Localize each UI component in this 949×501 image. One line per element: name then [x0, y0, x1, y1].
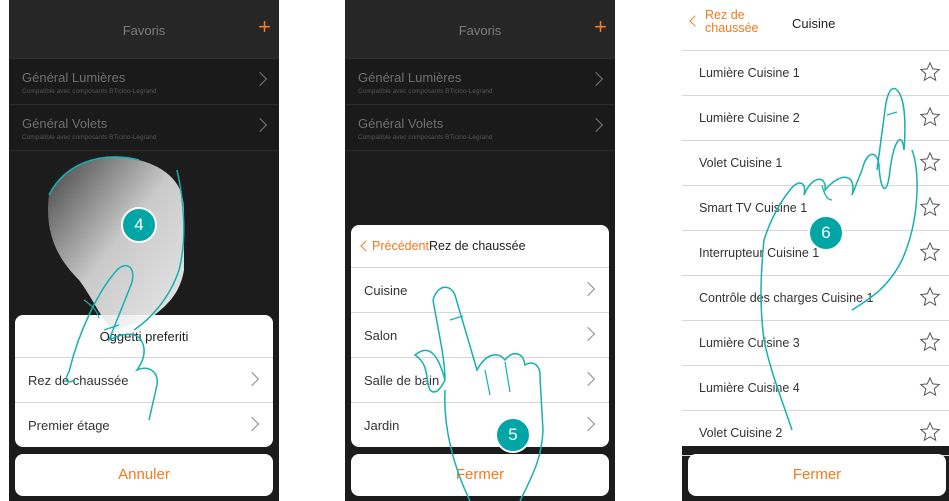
star-outline-icon[interactable] [919, 286, 941, 313]
header-bar: Favoris + [345, 0, 615, 59]
sheet-title: Oggetti preferiti [99, 329, 189, 344]
step-badge: 4 [121, 207, 157, 243]
favorite-subtitle: Compatible avec composants BTicino-Legra… [22, 134, 157, 141]
sheet-header: PrécédentRez de chaussée [351, 225, 609, 268]
list-item[interactable]: Lumière Cuisine 4 [682, 366, 949, 411]
star-outline-icon[interactable] [919, 106, 941, 133]
step-badge: 6 [808, 215, 844, 251]
star-outline-icon[interactable] [919, 421, 941, 448]
list-item-label: Rez de chaussée [28, 373, 129, 388]
favorite-item[interactable]: Général Volets Compatible avec composant… [9, 105, 279, 151]
list-item-premier-etage[interactable]: Premier étage [15, 403, 273, 447]
list-item-salle-de-bain[interactable]: Salle de bain [351, 358, 609, 403]
screen-favorites-select-floor: Favoris + Général Lumières Compatible av… [9, 0, 279, 501]
list-item[interactable]: Volet Cuisine 2 [682, 411, 949, 456]
header-title: Favoris [122, 23, 166, 38]
list-item-jardin[interactable]: Jardin [351, 403, 609, 447]
favorite-title: Général Volets [22, 116, 108, 131]
step-badge: 5 [495, 417, 531, 453]
list-item-label: Lumière Cuisine 4 [699, 381, 800, 395]
favorite-title: Général Lumières [22, 70, 126, 85]
list-item[interactable]: Lumière Cuisine 2 [682, 96, 949, 141]
list-item-label: Salon [364, 328, 398, 343]
screen-kitchen-devices: Rez de chaussée Cuisine Lumière Cuisine … [682, 0, 949, 501]
close-button[interactable]: Fermer [688, 454, 946, 496]
back-button[interactable]: PrécédentRez de chaussée [360, 239, 526, 253]
star-outline-icon[interactable] [919, 196, 941, 223]
list-item-label: Lumière Cuisine 1 [699, 66, 800, 80]
chevron-right-icon [588, 117, 604, 133]
chevron-left-icon [360, 240, 372, 252]
back-label-line2: chaussée [705, 21, 759, 35]
back-button[interactable]: Rez de chaussée [689, 9, 759, 35]
list-header: Rez de chaussée Cuisine [682, 0, 949, 51]
list-item-label: Cuisine [364, 283, 408, 298]
list-item-label: Premier étage [28, 418, 110, 433]
list-item-label: Interrupteur Cuisine 1 [699, 246, 820, 260]
back-label: Précédent [372, 239, 429, 253]
sheet-title: Rez de chaussée [428, 239, 526, 253]
page-title: Cuisine [792, 16, 836, 31]
chevron-right-icon [244, 416, 260, 432]
plus-icon[interactable]: + [258, 16, 271, 38]
list-item-rez-de-chaussee[interactable]: Rez de chaussée [15, 358, 273, 403]
close-button[interactable]: Fermer [351, 454, 609, 496]
favorite-subtitle: Compatible avec composants BTicino-Legra… [358, 134, 493, 141]
screen-select-room: Favoris + Général Lumières Compatible av… [345, 0, 615, 501]
list-item-label: Lumière Cuisine 3 [699, 336, 800, 350]
list-item-label: Lumière Cuisine 2 [699, 111, 800, 125]
star-outline-icon[interactable] [919, 241, 941, 268]
chevron-right-icon [580, 416, 596, 432]
favorite-item[interactable]: Général Lumières Compatible avec composa… [9, 59, 279, 105]
favorite-title: Général Volets [358, 116, 444, 131]
list-item-label: Smart TV Cuisine 1 [699, 201, 808, 215]
list-item-label: Contrôle des charges Cuisine 1 [699, 291, 874, 305]
header-bar: Favoris + [9, 0, 279, 59]
list-item-label: Jardin [364, 418, 400, 433]
favorite-item[interactable]: Général Lumières Compatible avec composa… [345, 59, 615, 105]
star-outline-icon[interactable] [919, 151, 941, 178]
sheet-header: Oggetti preferiti [15, 315, 273, 358]
list-item-label: Volet Cuisine 2 [699, 426, 783, 440]
chevron-right-icon [244, 371, 260, 387]
header-title: Favoris [458, 23, 502, 38]
favorite-subtitle: Compatible avec composants BTicino-Legra… [358, 88, 493, 95]
chevron-left-icon [689, 15, 701, 27]
chevron-right-icon [588, 71, 604, 87]
list-item[interactable]: Lumière Cuisine 3 [682, 321, 949, 366]
list-item-salon[interactable]: Salon [351, 313, 609, 358]
list-item[interactable]: Volet Cuisine 1 [682, 141, 949, 186]
chevron-right-icon [252, 71, 268, 87]
list-item[interactable]: Lumière Cuisine 1 [682, 51, 949, 96]
chevron-right-icon [580, 281, 596, 297]
favorite-title: Général Lumières [358, 70, 462, 85]
star-outline-icon[interactable] [919, 376, 941, 403]
list-item[interactable]: Contrôle des charges Cuisine 1 [682, 276, 949, 321]
list-item-cuisine[interactable]: Cuisine [351, 268, 609, 313]
favorites-sheet: Oggetti preferiti Rez de chaussée Premie… [15, 315, 273, 447]
favorite-item[interactable]: Général Volets Compatible avec composant… [345, 105, 615, 151]
list-item-label: Volet Cuisine 1 [699, 156, 783, 170]
star-outline-icon[interactable] [919, 331, 941, 358]
chevron-right-icon [580, 371, 596, 387]
star-outline-icon[interactable] [919, 61, 941, 88]
chevron-right-icon [580, 326, 596, 342]
room-sheet: PrécédentRez de chaussée Cuisine Salon S… [351, 225, 609, 447]
plus-icon[interactable]: + [594, 16, 607, 38]
cancel-button[interactable]: Annuler [15, 454, 273, 496]
list-item-label: Salle de bain [364, 373, 440, 388]
chevron-right-icon [252, 117, 268, 133]
favorite-subtitle: Compatible avec composants BTicino-Legra… [22, 88, 157, 95]
